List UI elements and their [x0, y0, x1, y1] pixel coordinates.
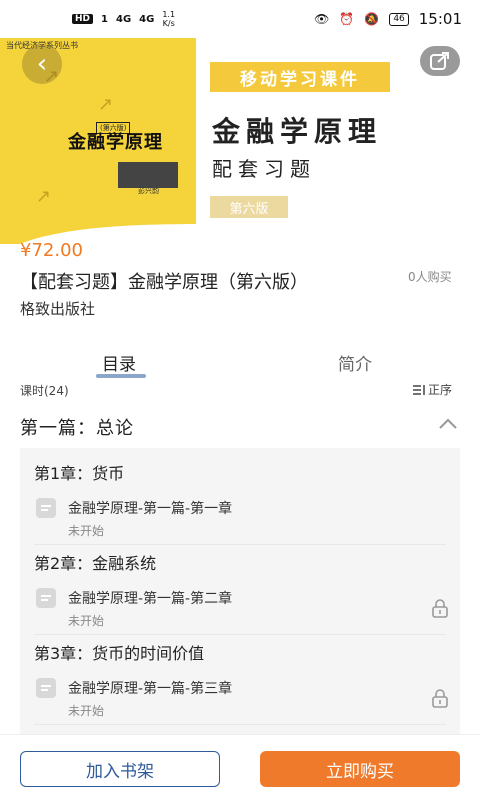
speed-value: 1.1 [162, 10, 176, 19]
sort-button[interactable]: 正序 [412, 381, 452, 398]
arrow-icon: ↗ [98, 94, 114, 115]
lesson-status: 未开始 [68, 524, 105, 538]
mute-icon: 🔕 [364, 12, 380, 26]
hd-badge: HD [72, 14, 94, 24]
tab-bar: 目录 简介 [0, 340, 480, 382]
battery-icon: 46 [389, 12, 409, 26]
lock-icon [432, 689, 448, 708]
tab-toc[interactable]: 目录 [102, 350, 136, 375]
hero-banner: 当代经济学系列丛书 ↗ ↗ ↗ (第六版) 金融学原理 彭兴韵 ‹ 移动学习课件… [0, 38, 480, 244]
speed-unit: K/s [162, 19, 175, 28]
publisher: 格致出版社 [20, 300, 96, 318]
lesson-name: 金融学原理-第一篇-第三章 [68, 681, 233, 697]
chapter-title: 第2章：金融系统 [34, 554, 157, 573]
document-icon [36, 498, 56, 518]
signal-2-icon: 4G [139, 13, 155, 25]
lesson-count: 课时(24) [20, 384, 69, 398]
alarm-icon: ⏰ [339, 12, 355, 26]
back-button[interactable]: ‹ [22, 44, 62, 84]
status-bar: HD 1 4G 4G 1.1 K/s 👁 ⏰ 🔕 46 15:01 [0, 0, 480, 38]
share-button[interactable] [420, 46, 460, 76]
status-left: HD 1 4G 4G 1.1 K/s [72, 10, 175, 28]
status-right: 👁 ⏰ 🔕 46 15:01 [314, 10, 462, 28]
add-to-shelf-button[interactable]: 加入书架 [20, 751, 220, 787]
chapter-title: 第3章：货币的时间价值 [34, 644, 205, 663]
lesson-item[interactable]: 金融学原理-第一篇-第一章 未开始 [34, 494, 446, 550]
divider [34, 724, 446, 725]
chevron-left-icon: ‹ [36, 49, 48, 79]
divider [34, 544, 446, 545]
lock-icon [432, 599, 448, 618]
lesson-item[interactable]: 金融学原理-第一篇-第二章 未开始 [34, 584, 448, 640]
lesson-name: 金融学原理-第一篇-第一章 [68, 501, 233, 517]
chevron-up-icon [439, 418, 457, 429]
edition-badge: 第六版 [210, 196, 288, 218]
sim-indicator: 1 [101, 13, 108, 25]
lesson-status: 未开始 [68, 614, 105, 628]
bottom-action-bar: 加入书架 立即购买 [0, 734, 480, 800]
share-icon [430, 52, 449, 70]
network-speed: 1.1 K/s [162, 10, 175, 28]
cover-decoration [118, 162, 178, 188]
cover-title: 金融学原理 [68, 132, 163, 153]
lesson-status: 未开始 [68, 704, 105, 718]
chapter-title: 第1章：货币 [34, 464, 125, 483]
part-header[interactable]: 第一篇：总论 [0, 404, 480, 444]
tab-intro[interactable]: 简介 [338, 350, 372, 375]
hero-subtitle: 配套习题 [212, 157, 316, 181]
buyer-count: 0人购买 [408, 270, 452, 284]
part-title: 第一篇：总论 [20, 418, 134, 439]
chapter-list: 第1章：货币 金融学原理-第一篇-第一章 未开始 第2章：金融系统 金融学原理-… [20, 448, 460, 740]
eye-icon: 👁 [314, 12, 330, 26]
arrow-icon: ↗ [36, 186, 52, 207]
hero-title: 金融学原理 [212, 115, 383, 148]
signal-1-icon: 4G [115, 13, 132, 25]
course-type-tag: 移动学习课件 [210, 62, 390, 92]
document-icon [36, 678, 56, 698]
clock: 15:01 [418, 10, 462, 28]
lesson-name: 金融学原理-第一篇-第二章 [68, 591, 233, 607]
sort-label: 正序 [428, 383, 453, 397]
buy-now-button[interactable]: 立即购买 [260, 751, 460, 787]
cover-author: 彭兴韵 [138, 187, 159, 195]
price: ¥72.00 [20, 240, 83, 261]
lesson-item[interactable]: 金融学原理-第一篇-第三章 未开始 [34, 674, 448, 730]
product-title: 【配套习题】金融学原理（第六版） [20, 272, 308, 293]
document-icon [36, 588, 56, 608]
divider [34, 634, 446, 635]
active-tab-indicator [96, 374, 146, 378]
sort-icon [413, 384, 425, 395]
